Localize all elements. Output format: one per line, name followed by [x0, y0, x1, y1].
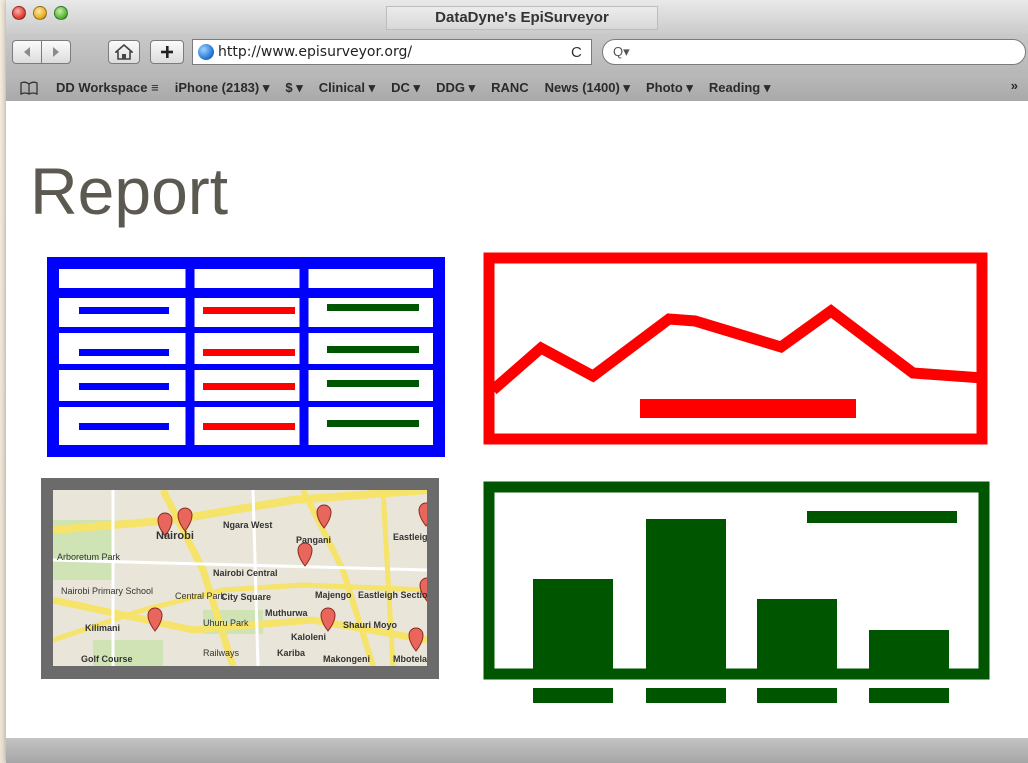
bar-chart-illustration	[483, 481, 990, 703]
cell-line-blue	[79, 349, 169, 356]
map-label: Muthurwa	[265, 608, 308, 618]
map-label: Kilimani	[85, 623, 121, 633]
map-label: Kaloleni	[291, 632, 327, 642]
cell-line-blue	[79, 307, 169, 314]
browser-window: DataDyne's EpiSurveyor http://www.episur…	[6, 0, 1028, 763]
home-icon	[115, 44, 133, 60]
back-button[interactable]	[12, 40, 42, 64]
cell-line-red	[203, 349, 295, 356]
line-chart-label-bar	[640, 399, 856, 418]
open-book-icon[interactable]	[20, 81, 38, 95]
bookmark-ranc[interactable]: RANC	[491, 80, 529, 95]
bar-chart-tick-label	[869, 688, 949, 703]
bar-chart-tick-label	[533, 688, 613, 703]
bar-chart-bar	[869, 630, 949, 673]
map-label: Nairobi	[156, 530, 194, 542]
window-title: DataDyne's EpiSurveyor	[386, 6, 658, 30]
bar-chart-bar	[757, 599, 837, 673]
close-window-button[interactable]	[12, 6, 26, 20]
map-label: Eastleigh Section 3	[358, 590, 427, 600]
table-illustration	[47, 257, 445, 457]
map-streets	[53, 490, 427, 666]
browser-toolbar: http://www.episurveyor.org/ C Q▾	[6, 34, 1028, 74]
bar-chart-tick-label	[646, 688, 726, 703]
minimize-window-button[interactable]	[33, 6, 47, 20]
address-bar[interactable]: http://www.episurveyor.org/ C	[192, 39, 592, 65]
globe-icon	[198, 44, 214, 60]
cell-line-green	[327, 380, 419, 387]
map-label: Uhuru Park	[203, 618, 249, 628]
map-label: Golf Course	[81, 654, 133, 664]
map-label: Kariba	[277, 648, 306, 658]
cell-line-green	[327, 346, 419, 353]
bookmark-ddg[interactable]: DDG ▾	[436, 80, 475, 96]
bookmarks-overflow-button[interactable]: »	[1011, 78, 1018, 93]
map-label: Majengo	[315, 590, 352, 600]
reload-icon[interactable]: C	[571, 44, 591, 61]
cell-line-green	[327, 420, 419, 427]
bookmark-dc[interactable]: DC ▾	[391, 80, 420, 96]
page-title: Report	[30, 154, 229, 228]
map-label: Nairobi Central	[213, 568, 278, 578]
cell-line-red	[203, 423, 295, 430]
bar-chart-bar	[533, 579, 613, 673]
map-label: Railways	[203, 648, 240, 658]
address-url: http://www.episurveyor.org/	[218, 44, 413, 60]
page-content: Report Nairobi Ngara West Pangani Eastle…	[6, 101, 1028, 738]
cell-line-red	[203, 307, 295, 314]
bar-chart-legend-bar	[807, 511, 957, 523]
status-bar	[6, 738, 1028, 763]
map-label: Shauri Moyo	[343, 620, 398, 630]
bookmark-dollar[interactable]: $ ▾	[285, 80, 302, 96]
cell-line-red	[203, 383, 295, 390]
map-label: Arboretum Park	[57, 552, 121, 562]
map-label: Ngara West	[223, 520, 273, 530]
search-icon: Q▾	[613, 44, 630, 59]
forward-arrow-icon	[53, 47, 59, 57]
title-bar: DataDyne's EpiSurveyor	[6, 0, 1028, 36]
home-button[interactable]	[108, 40, 140, 64]
zoom-window-button[interactable]	[54, 6, 68, 20]
cell-line-blue	[79, 383, 169, 390]
plus-icon	[161, 46, 173, 58]
map-view[interactable]: Nairobi Ngara West Pangani Eastleigh Nai…	[53, 490, 427, 666]
bookmark-iphone[interactable]: iPhone (2183) ▾	[175, 80, 270, 96]
search-field[interactable]: Q▾	[602, 39, 1026, 65]
map-label: Nairobi Primary School	[61, 586, 154, 596]
map-label: City Square	[221, 592, 272, 602]
bookmark-clinical[interactable]: Clinical ▾	[319, 80, 375, 96]
map-label: Central Park	[175, 591, 226, 601]
map-label: Eastleigh	[393, 532, 427, 542]
map-label: Pangani	[296, 535, 332, 545]
bookmark-reading[interactable]: Reading ▾	[709, 80, 770, 96]
back-arrow-icon	[24, 47, 30, 57]
line-chart-illustration	[483, 252, 988, 445]
bookmark-news[interactable]: News (1400) ▾	[545, 80, 630, 96]
bookmark-dd-workspace[interactable]: DD Workspace ≡	[56, 80, 159, 95]
bar-chart-bar	[646, 519, 726, 673]
bookmark-photo[interactable]: Photo ▾	[646, 80, 693, 96]
map-label: Makongeni	[323, 654, 371, 664]
forward-button[interactable]	[41, 40, 71, 64]
cell-line-green	[327, 304, 419, 311]
cell-line-blue	[79, 423, 169, 430]
bar-chart-tick-label	[757, 688, 837, 703]
add-bookmark-button[interactable]	[150, 40, 184, 64]
map-label: Mbotela	[393, 654, 427, 664]
bookmarks-bar: DD Workspace ≡ iPhone (2183) ▾ $ ▾ Clini…	[6, 74, 1028, 102]
map-frame: Nairobi Ngara West Pangani Eastleigh Nai…	[41, 478, 439, 679]
